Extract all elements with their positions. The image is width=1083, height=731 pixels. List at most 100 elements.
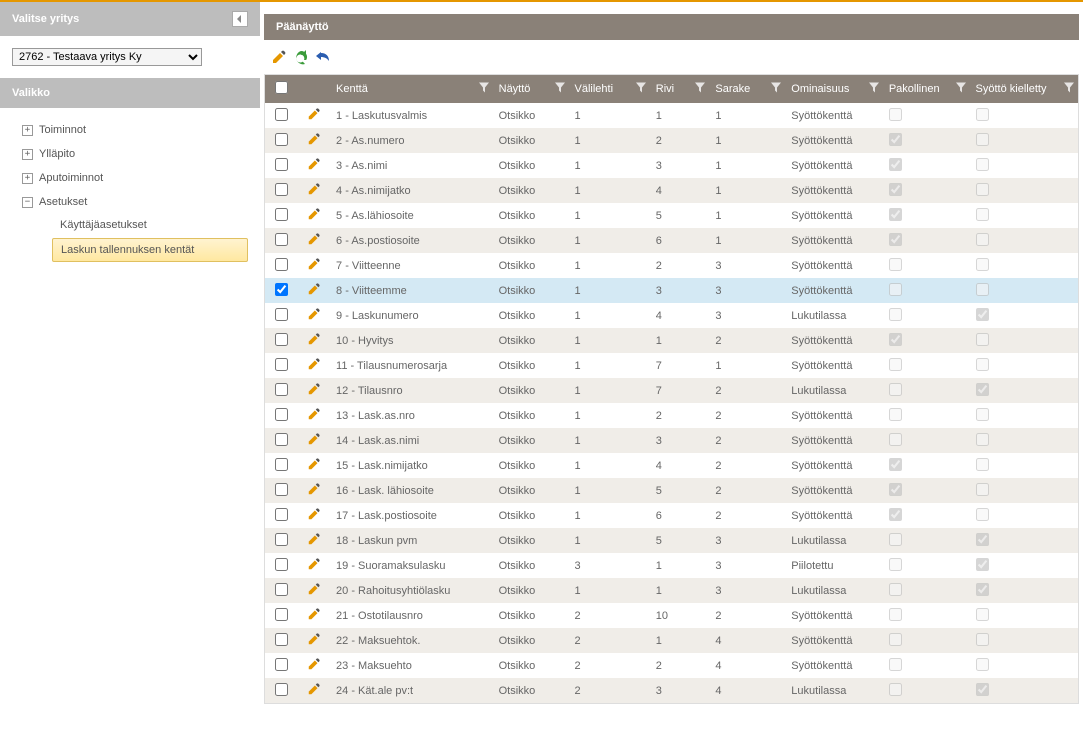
row-select-checkbox[interactable]: [275, 108, 288, 121]
row-edit-button[interactable]: [307, 557, 321, 571]
header-ominaisuus[interactable]: Ominaisuus: [785, 75, 883, 103]
row-edit-button[interactable]: [307, 532, 321, 546]
row-select-checkbox[interactable]: [275, 558, 288, 571]
table-row[interactable]: 7 - ViitteenneOtsikko123Syöttökenttä: [265, 253, 1078, 278]
table-row[interactable]: 6 - As.postiosoiteOtsikko161Syöttökenttä: [265, 228, 1078, 253]
row-edit-button[interactable]: [307, 457, 321, 471]
table-row[interactable]: 4 - As.nimijatkoOtsikko141Syöttökenttä: [265, 178, 1078, 203]
row-edit-button[interactable]: [307, 307, 321, 321]
expand-icon[interactable]: +: [22, 149, 33, 160]
row-edit-button[interactable]: [307, 157, 321, 171]
collapse-sidebar-button[interactable]: [232, 11, 248, 27]
table-row[interactable]: 1 - LaskutusvalmisOtsikko111Syöttökenttä: [265, 103, 1078, 128]
row-select-checkbox[interactable]: [275, 658, 288, 671]
filter-icon[interactable]: [956, 83, 966, 96]
row-edit-button[interactable]: [307, 182, 321, 196]
table-row[interactable]: 5 - As.lähiosoiteOtsikko151Syöttökenttä: [265, 203, 1078, 228]
header-syotto-kielletty[interactable]: Syöttö kielletty: [970, 75, 1078, 103]
select-all-checkbox[interactable]: [275, 81, 288, 94]
row-select-checkbox[interactable]: [275, 458, 288, 471]
row-edit-button[interactable]: [307, 257, 321, 271]
table-row[interactable]: 16 - Lask. lähiosoiteOtsikko152Syöttöken…: [265, 478, 1078, 503]
table-row[interactable]: 19 - SuoramaksulaskuOtsikko313Piilotettu: [265, 553, 1078, 578]
row-edit-button[interactable]: [307, 132, 321, 146]
filter-icon[interactable]: [771, 83, 781, 96]
row-select-checkbox[interactable]: [275, 508, 288, 521]
table-row[interactable]: 23 - MaksuehtoOtsikko224Syöttökenttä: [265, 653, 1078, 678]
row-select-checkbox[interactable]: [275, 158, 288, 171]
tree-node-asetukset[interactable]: − Asetukset: [22, 190, 260, 214]
table-row[interactable]: 22 - Maksuehtok.Otsikko214Syöttökenttä: [265, 628, 1078, 653]
refresh-button[interactable]: [292, 48, 310, 66]
row-edit-button[interactable]: [307, 582, 321, 596]
header-valilehti[interactable]: Välilehti: [569, 75, 650, 103]
row-edit-button[interactable]: [307, 682, 321, 696]
row-select-checkbox[interactable]: [275, 608, 288, 621]
edit-button[interactable]: [270, 48, 288, 66]
table-row[interactable]: 15 - Lask.nimijatkoOtsikko142Syöttökentt…: [265, 453, 1078, 478]
row-select-checkbox[interactable]: [275, 683, 288, 696]
row-edit-button[interactable]: [307, 507, 321, 521]
header-sarake[interactable]: Sarake: [709, 75, 785, 103]
row-select-checkbox[interactable]: [275, 433, 288, 446]
filter-icon[interactable]: [479, 83, 489, 96]
row-edit-button[interactable]: [307, 107, 321, 121]
table-row[interactable]: 24 - Kät.ale pv:tOtsikko234Lukutilassa: [265, 678, 1078, 703]
filter-icon[interactable]: [636, 83, 646, 96]
filter-icon[interactable]: [869, 83, 879, 96]
row-select-checkbox[interactable]: [275, 233, 288, 246]
tree-node-aputoiminnot[interactable]: + Aputoiminnot: [22, 166, 260, 190]
header-pakollinen[interactable]: Pakollinen: [883, 75, 970, 103]
row-select-checkbox[interactable]: [275, 283, 288, 296]
tree-leaf-kayttajaasetukset[interactable]: Käyttäjäasetukset: [52, 214, 260, 236]
table-row[interactable]: 17 - Lask.postiosoiteOtsikko162Syöttöken…: [265, 503, 1078, 528]
row-select-checkbox[interactable]: [275, 308, 288, 321]
tree-leaf-laskun-tallennuksen-kentat[interactable]: Laskun tallennuksen kentät: [52, 238, 248, 262]
header-naytto[interactable]: Näyttö: [493, 75, 569, 103]
row-edit-button[interactable]: [307, 632, 321, 646]
row-select-checkbox[interactable]: [275, 258, 288, 271]
table-row[interactable]: 20 - RahoitusyhtiölaskuOtsikko113Lukutil…: [265, 578, 1078, 603]
table-row[interactable]: 21 - OstotilausnroOtsikko2102Syöttökentt…: [265, 603, 1078, 628]
table-row[interactable]: 3 - As.nimiOtsikko131Syöttökenttä: [265, 153, 1078, 178]
row-select-checkbox[interactable]: [275, 633, 288, 646]
table-row[interactable]: 13 - Lask.as.nroOtsikko122Syöttökenttä: [265, 403, 1078, 428]
expand-icon[interactable]: +: [22, 125, 33, 136]
row-edit-button[interactable]: [307, 432, 321, 446]
row-select-checkbox[interactable]: [275, 133, 288, 146]
row-select-checkbox[interactable]: [275, 583, 288, 596]
row-select-checkbox[interactable]: [275, 483, 288, 496]
collapse-icon[interactable]: −: [22, 197, 33, 208]
row-edit-button[interactable]: [307, 357, 321, 371]
header-kentta[interactable]: Kenttä: [330, 75, 493, 103]
row-edit-button[interactable]: [307, 332, 321, 346]
row-edit-button[interactable]: [307, 207, 321, 221]
expand-icon[interactable]: +: [22, 173, 33, 184]
table-row[interactable]: 11 - TilausnumerosarjaOtsikko171Syöttöke…: [265, 353, 1078, 378]
filter-icon[interactable]: [1064, 83, 1074, 96]
row-select-checkbox[interactable]: [275, 358, 288, 371]
table-row[interactable]: 14 - Lask.as.nimiOtsikko132Syöttökenttä: [265, 428, 1078, 453]
row-edit-button[interactable]: [307, 657, 321, 671]
row-edit-button[interactable]: [307, 482, 321, 496]
table-row[interactable]: 2 - As.numeroOtsikko121Syöttökenttä: [265, 128, 1078, 153]
row-edit-button[interactable]: [307, 607, 321, 621]
company-select[interactable]: 2762 - Testaava yritys Ky: [12, 48, 202, 66]
row-select-checkbox[interactable]: [275, 208, 288, 221]
row-select-checkbox[interactable]: [275, 533, 288, 546]
table-row[interactable]: 8 - ViitteemmeOtsikko133Syöttökenttä: [265, 278, 1078, 303]
row-select-checkbox[interactable]: [275, 408, 288, 421]
filter-icon[interactable]: [695, 83, 705, 96]
row-select-checkbox[interactable]: [275, 183, 288, 196]
table-row[interactable]: 12 - TilausnroOtsikko172Lukutilassa: [265, 378, 1078, 403]
row-edit-button[interactable]: [307, 407, 321, 421]
tree-node-yllapito[interactable]: + Ylläpito: [22, 142, 260, 166]
header-select-all[interactable]: [265, 75, 298, 103]
table-row[interactable]: 18 - Laskun pvmOtsikko153Lukutilassa: [265, 528, 1078, 553]
row-edit-button[interactable]: [307, 282, 321, 296]
tree-node-toiminnot[interactable]: + Toiminnot: [22, 118, 260, 142]
filter-icon[interactable]: [555, 83, 565, 96]
header-rivi[interactable]: Rivi: [650, 75, 710, 103]
row-edit-button[interactable]: [307, 232, 321, 246]
table-row[interactable]: 10 - HyvitysOtsikko112Syöttökenttä: [265, 328, 1078, 353]
